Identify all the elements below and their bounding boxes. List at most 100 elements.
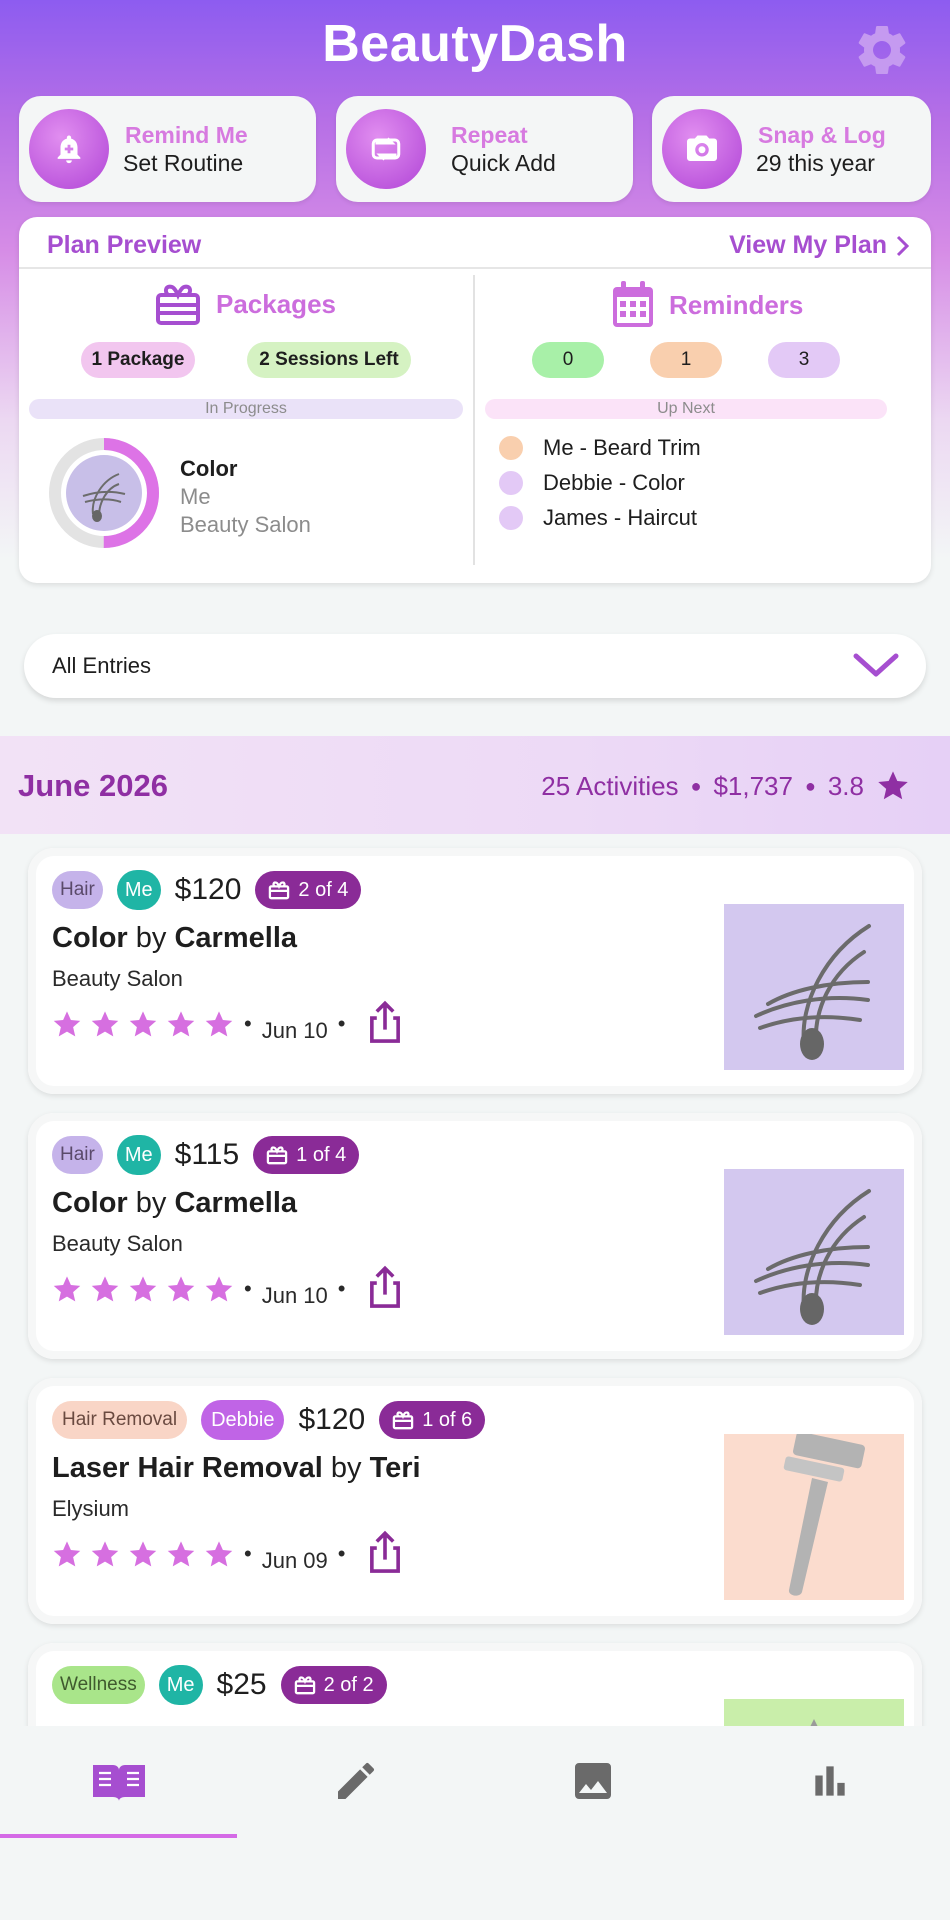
nav-stats-tab[interactable] bbox=[711, 1726, 948, 1836]
category-tag[interactable]: Hair Removal bbox=[52, 1401, 188, 1439]
entry-location: Beauty Salon bbox=[52, 966, 183, 991]
view-my-plan-link[interactable]: View My Plan bbox=[729, 231, 909, 260]
journal-icon bbox=[92, 1765, 145, 1801]
snap-log-title: Snap & Log bbox=[758, 122, 886, 148]
package-count-pill: 1 Package bbox=[81, 342, 195, 378]
reminder-item[interactable]: Me - Beard Trim bbox=[499, 435, 701, 461]
gift-package-icon bbox=[156, 284, 200, 325]
star-icon bbox=[128, 1540, 158, 1574]
chevron-down-icon bbox=[853, 653, 899, 677]
entry-card[interactable]: Hair Removal Debbie $120 1 of 6 Laser Ha… bbox=[28, 1378, 922, 1624]
entry-provider: Teri bbox=[369, 1452, 421, 1484]
separator-dot: • bbox=[337, 1541, 346, 1566]
star-rating bbox=[52, 1275, 234, 1309]
star-icon bbox=[128, 1010, 158, 1044]
plan-column-divider bbox=[473, 275, 475, 565]
person-tag[interactable]: Me bbox=[158, 1665, 203, 1705]
nav-journal-tab[interactable] bbox=[0, 1726, 237, 1836]
stats-icon bbox=[814, 1766, 845, 1796]
reminder-item[interactable]: Debbie - Color bbox=[499, 470, 685, 496]
entry-thumbnail[interactable] bbox=[724, 1431, 904, 1600]
repeat-icon bbox=[346, 109, 426, 189]
nav-gallery-tab[interactable] bbox=[474, 1726, 711, 1836]
entry-date: Jun 10 bbox=[261, 1283, 328, 1308]
packages-header[interactable]: Packages bbox=[154, 281, 336, 327]
star-icon bbox=[90, 1540, 120, 1574]
entry-card[interactable]: Hair Me $120 2 of 4 Color by Carmella Be… bbox=[28, 848, 922, 1094]
entry-date: Jun 09 bbox=[261, 1548, 328, 1573]
entry-service: Color bbox=[52, 1187, 128, 1219]
settings-gear-icon[interactable] bbox=[852, 20, 912, 80]
star-rating bbox=[52, 1010, 234, 1044]
entry-thumbnail[interactable] bbox=[724, 904, 904, 1070]
entry-price: $120 bbox=[298, 1403, 366, 1436]
separator-dot: • bbox=[244, 1541, 252, 1566]
star-icon bbox=[90, 1010, 120, 1044]
session-badge: 2 of 2 bbox=[280, 1666, 387, 1704]
star-icon bbox=[166, 1010, 196, 1044]
reminder-label: Debbie - Color bbox=[543, 470, 685, 495]
package-item-person: Me bbox=[180, 484, 211, 509]
star-icon bbox=[52, 1540, 82, 1574]
snap-log-card[interactable]: Snap & Log 29 this year bbox=[652, 96, 931, 202]
session-count: 2 of 4 bbox=[298, 878, 349, 901]
share-icon[interactable] bbox=[365, 1000, 405, 1046]
filter-selected-value: All Entries bbox=[52, 653, 152, 678]
entry-by: by bbox=[135, 922, 167, 954]
separator-dot: ● bbox=[804, 775, 816, 796]
entry-title: Laser Hair Removal by Teri bbox=[52, 1452, 421, 1485]
nav-edit-tab[interactable] bbox=[237, 1726, 474, 1836]
separator-dot: • bbox=[337, 1276, 346, 1301]
entry-service: Laser Hair Removal bbox=[52, 1452, 323, 1484]
separator-dot: • bbox=[337, 1011, 346, 1036]
star-icon bbox=[204, 1275, 234, 1309]
reminders-heading: Reminders bbox=[669, 289, 804, 320]
entry-price: $120 bbox=[174, 873, 242, 906]
repeat-subtitle: Quick Add bbox=[451, 150, 556, 176]
entry-title: Color by Carmella bbox=[52, 922, 297, 955]
person-tag[interactable]: Debbie bbox=[201, 1400, 285, 1440]
entry-date: Jun 10 bbox=[261, 1018, 328, 1043]
reminders-upcoming-count[interactable]: 3 bbox=[768, 342, 840, 378]
remind-me-card[interactable]: Remind Me Set Routine bbox=[19, 96, 316, 202]
reminder-item[interactable]: James - Haircut bbox=[499, 505, 697, 531]
reminders-header[interactable]: Reminders bbox=[611, 281, 803, 329]
category-tag[interactable]: Hair bbox=[52, 1136, 103, 1174]
reminders-overdue-count[interactable]: 0 bbox=[532, 342, 604, 378]
repeat-card[interactable]: Repeat Quick Add bbox=[336, 96, 633, 202]
share-icon[interactable] bbox=[365, 1530, 405, 1576]
month-total: $1,737 bbox=[713, 770, 793, 801]
active-tab-indicator bbox=[0, 1834, 237, 1838]
gift-package-icon bbox=[393, 1411, 414, 1430]
entry-card[interactable]: Hair Me $115 1 of 4 Color by Carmella Be… bbox=[28, 1113, 922, 1359]
share-icon[interactable] bbox=[365, 1265, 405, 1311]
star-icon bbox=[878, 771, 908, 800]
session-badge: 1 of 6 bbox=[379, 1401, 486, 1439]
entry-thumbnail[interactable] bbox=[724, 1169, 904, 1335]
entry-by: by bbox=[330, 1452, 362, 1484]
category-tag[interactable]: Hair bbox=[52, 871, 103, 909]
star-icon bbox=[166, 1540, 196, 1574]
person-tag[interactable]: Me bbox=[116, 1135, 161, 1175]
entries-filter-dropdown[interactable]: All Entries bbox=[24, 634, 926, 698]
person-tag[interactable]: Me bbox=[116, 870, 161, 910]
entry-price: $25 bbox=[216, 1668, 267, 1701]
star-icon bbox=[128, 1275, 158, 1309]
package-progress-ring bbox=[49, 438, 159, 548]
session-count: 1 of 4 bbox=[296, 1143, 347, 1166]
entry-provider: Carmella bbox=[174, 922, 297, 954]
gift-package-icon bbox=[294, 1676, 315, 1695]
entry-service: Color bbox=[52, 922, 128, 954]
session-badge: 1 of 4 bbox=[253, 1136, 360, 1174]
repeat-title: Repeat bbox=[451, 122, 528, 148]
month-title: June 2026 bbox=[18, 768, 168, 803]
star-rating bbox=[52, 1540, 234, 1574]
camera-icon bbox=[662, 109, 742, 189]
entry-location: Elysium bbox=[52, 1496, 130, 1521]
reminder-dot bbox=[499, 506, 523, 530]
up-next-label: Up Next bbox=[485, 399, 887, 419]
category-tag[interactable]: Wellness bbox=[52, 1666, 145, 1704]
reminders-due-count[interactable]: 1 bbox=[650, 342, 722, 378]
star-icon bbox=[166, 1275, 196, 1309]
reminder-dot bbox=[499, 471, 523, 495]
